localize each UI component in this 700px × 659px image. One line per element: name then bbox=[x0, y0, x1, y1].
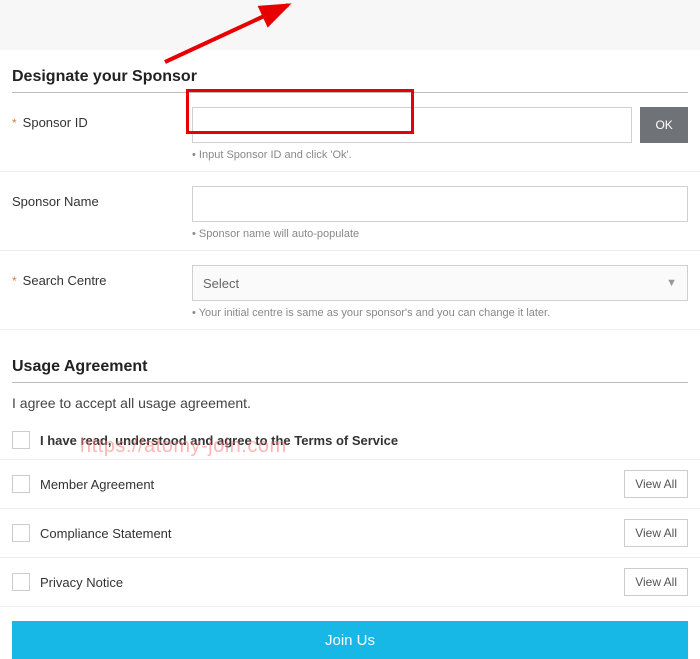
hint-sponsor-id: Input Sponsor ID and click 'Ok'. bbox=[192, 149, 688, 161]
section-title-agreement: Usage Agreement bbox=[12, 358, 688, 383]
hint-sponsor-name: Sponsor name will auto-populate bbox=[192, 228, 688, 240]
search-centre-select[interactable]: Select ▼ bbox=[192, 265, 688, 301]
agree-label-0: Member Agreement bbox=[40, 477, 154, 492]
agree-row-2: Privacy Notice View All bbox=[0, 558, 700, 607]
agree-label-1: Compliance Statement bbox=[40, 526, 172, 541]
agree-label-2: Privacy Notice bbox=[40, 575, 123, 590]
agree-row-1: Compliance Statement View All bbox=[0, 509, 700, 558]
required-marker: * bbox=[12, 116, 17, 130]
master-agree-row: I have read, understood and agree to the… bbox=[0, 421, 700, 460]
sponsor-id-input[interactable] bbox=[192, 107, 632, 143]
top-band bbox=[0, 0, 700, 50]
checkbox-privacy[interactable] bbox=[12, 573, 30, 591]
label-search-centre: * Search Centre bbox=[12, 265, 182, 288]
required-marker: * bbox=[12, 274, 17, 288]
join-us-button[interactable]: Join Us bbox=[12, 621, 688, 659]
agreement-intro: I agree to accept all usage agreement. bbox=[12, 395, 688, 411]
hint-search-centre: Your initial centre is same as your spon… bbox=[192, 307, 688, 319]
checkbox-member-agreement[interactable] bbox=[12, 475, 30, 493]
arrow-annotation bbox=[150, 0, 310, 74]
checkbox-master[interactable] bbox=[12, 431, 30, 449]
section-title-sponsor: Designate your Sponsor bbox=[12, 68, 688, 93]
row-sponsor-name: Sponsor Name Sponsor name will auto-popu… bbox=[0, 172, 700, 251]
select-value: Select bbox=[203, 276, 239, 291]
ok-button[interactable]: OK bbox=[640, 107, 688, 143]
row-search-centre: * Search Centre Select ▼ Your initial ce… bbox=[0, 251, 700, 330]
label-sponsor-name: Sponsor Name bbox=[12, 186, 182, 209]
master-agree-label: I have read, understood and agree to the… bbox=[40, 433, 398, 448]
label-sponsor-id: * Sponsor ID bbox=[12, 107, 182, 130]
view-all-button-1[interactable]: View All bbox=[624, 519, 688, 547]
row-sponsor-id: * Sponsor ID OK Input Sponsor ID and cli… bbox=[0, 93, 700, 172]
checkbox-compliance[interactable] bbox=[12, 524, 30, 542]
chevron-down-icon: ▼ bbox=[666, 277, 677, 289]
view-all-button-0[interactable]: View All bbox=[624, 470, 688, 498]
agree-row-0: Member Agreement View All bbox=[0, 460, 700, 509]
sponsor-name-input[interactable] bbox=[192, 186, 688, 222]
view-all-button-2[interactable]: View All bbox=[624, 568, 688, 596]
